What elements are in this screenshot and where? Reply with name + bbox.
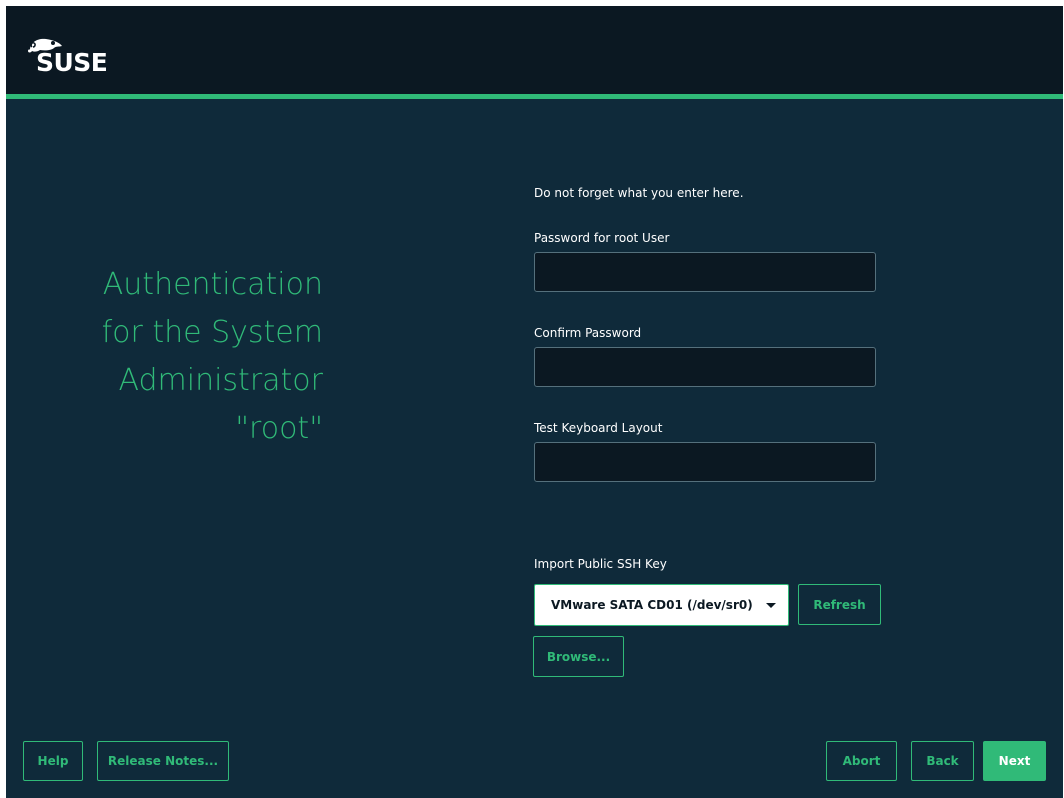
release-notes-button[interactable]: Release Notes... <box>97 741 229 781</box>
installer-window: SUSE Authentication for the System Admin… <box>6 6 1063 798</box>
abort-button[interactable]: Abort <box>826 741 897 781</box>
password-field[interactable] <box>534 252 876 292</box>
header-bar: SUSE <box>6 6 1063 94</box>
ssh-key-device-select[interactable]: VMware SATA CD01 (/dev/sr0) <box>534 584 789 626</box>
refresh-button[interactable]: Refresh <box>798 584 881 625</box>
suse-logo: SUSE <box>26 34 136 80</box>
back-button[interactable]: Back <box>911 741 974 781</box>
chevron-down-icon <box>766 603 776 608</box>
ssh-key-device-value: VMware SATA CD01 (/dev/sr0) <box>551 598 753 612</box>
title-line-4: "root" <box>235 411 323 446</box>
browse-button[interactable]: Browse... <box>533 636 624 677</box>
title-line-1: Authentication <box>102 267 323 302</box>
password-label: Password for root User <box>534 231 670 245</box>
form-hint: Do not forget what you enter here. <box>534 186 744 200</box>
title-line-3: Administrator <box>118 363 323 398</box>
header-accent-line <box>6 94 1063 99</box>
confirm-password-field[interactable] <box>534 347 876 387</box>
confirm-password-label: Confirm Password <box>534 326 642 340</box>
help-button[interactable]: Help <box>23 741 83 781</box>
keyboard-test-field[interactable] <box>534 442 876 482</box>
page-title: Authentication for the System Administra… <box>6 261 323 453</box>
ssh-key-label: Import Public SSH Key <box>534 557 667 571</box>
keyboard-test-label: Test Keyboard Layout <box>534 421 663 435</box>
title-line-2: for the System <box>101 315 323 350</box>
logo-text: SUSE <box>36 48 108 77</box>
next-button[interactable]: Next <box>983 741 1046 781</box>
